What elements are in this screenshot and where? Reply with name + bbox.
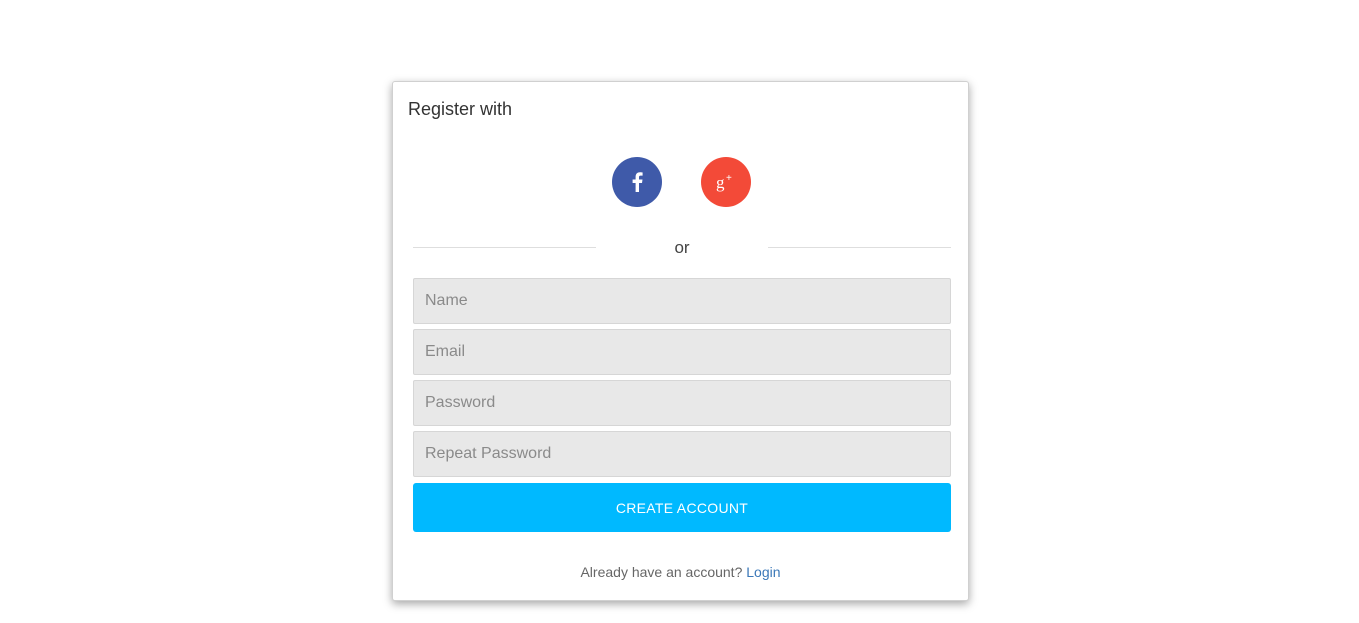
divider-text: or [674,238,690,257]
create-account-button[interactable]: CREATE ACCOUNT [413,483,951,532]
password-input[interactable] [413,380,951,426]
facebook-login-button[interactable] [612,157,662,207]
google-plus-login-button[interactable]: g + [701,157,751,207]
register-card: Register with g + or CREATE ACCOUNT Alre… [392,81,969,601]
google-plus-icon: g + [715,172,737,192]
card-title: Register with [408,99,513,119]
svg-text:+: + [726,173,732,184]
divider-line-right [768,247,951,248]
divider-line-left [413,247,596,248]
email-input[interactable] [413,329,951,375]
login-prompt: Already have an account? Login [393,564,968,580]
login-prompt-text: Already have an account? [580,564,743,580]
name-input[interactable] [413,278,951,324]
svg-text:g: g [716,173,725,192]
login-link[interactable]: Login [746,564,780,580]
facebook-icon [630,172,644,192]
repeat-password-input[interactable] [413,431,951,477]
